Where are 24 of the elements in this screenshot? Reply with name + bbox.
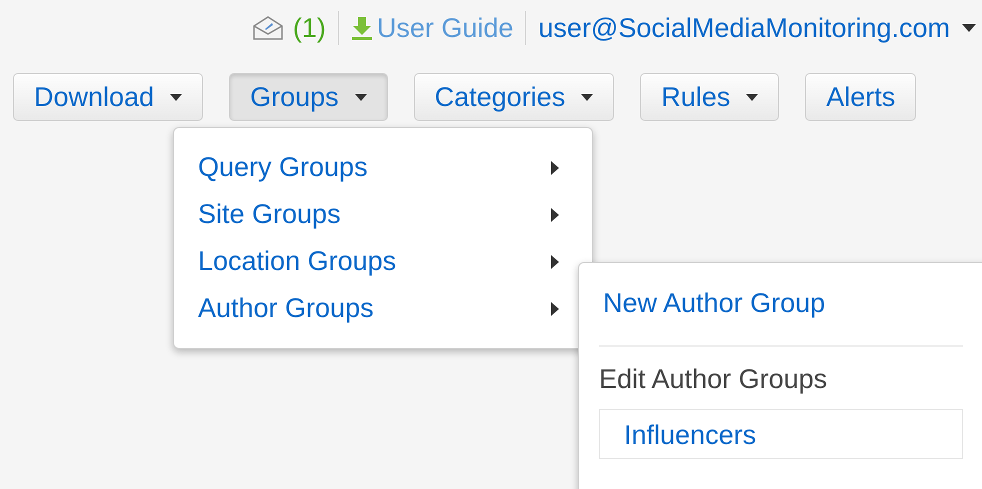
caret-icon [746,94,758,100]
submenu-arrow-icon [551,302,559,316]
menu-item[interactable]: Location Groups [174,238,592,285]
message-count[interactable]: (1) [292,12,326,44]
submenu-arrow-icon [551,208,559,222]
toolbar-button[interactable]: Rules [640,73,780,121]
toolbar-button[interactable]: Categories [414,73,614,121]
envelope-icon [252,16,283,40]
caret-icon [581,94,594,100]
section-heading: Edit Author Groups [598,363,828,396]
account-link[interactable]: user@SocialMediaMonitoring.com [538,12,950,44]
toolbar-button[interactable]: Download [13,73,204,121]
user-guide-link[interactable]: User Guide [376,12,514,44]
toolbar-button[interactable]: Alerts [805,73,916,121]
caret-icon [354,94,367,100]
caret-icon [962,24,976,32]
menu-item[interactable]: Query Groups [174,144,592,191]
toolbar-button[interactable]: Groups [229,73,388,121]
submenu-arrow-icon [551,254,559,268]
submenu-arrow-icon [551,160,559,174]
menu-item[interactable]: Influencers [599,409,963,459]
download-icon [350,16,373,40]
menu-item[interactable]: Site Groups [174,191,592,238]
caret-icon [170,94,182,100]
